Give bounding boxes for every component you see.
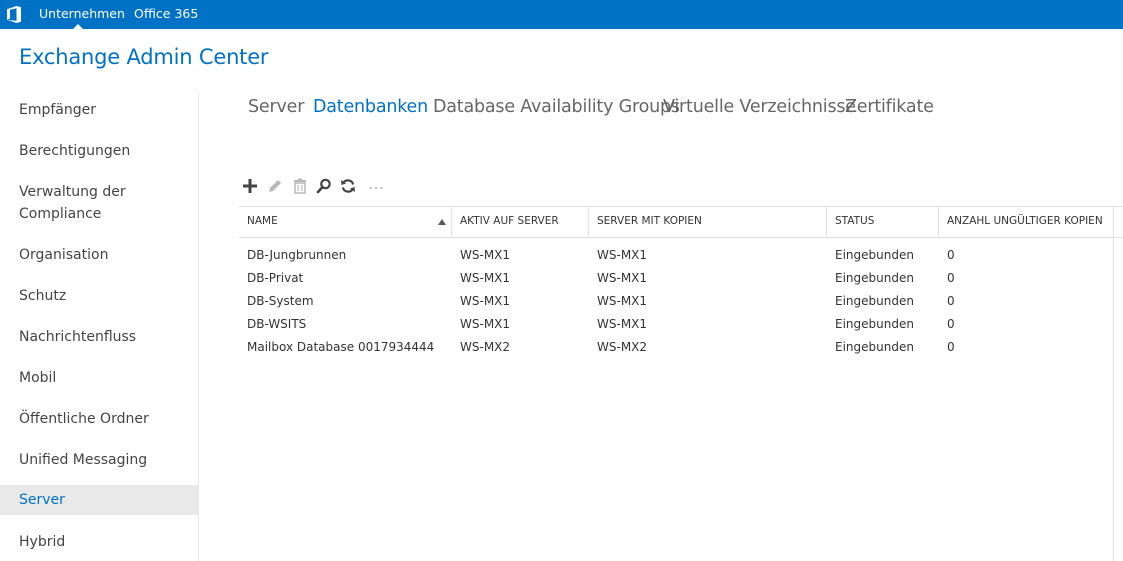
table-row[interactable]: DB-System WS-MX1 WS-MX1 Eingebunden 0 <box>239 290 1113 313</box>
delete-button[interactable] <box>291 177 309 195</box>
sidebar-item-label: Mobil <box>19 370 57 386</box>
column-header-status[interactable]: STATUS <box>835 215 874 227</box>
active-caret-icon <box>73 24 83 29</box>
cell-server-mit-kopien: WS-MX1 <box>597 271 648 285</box>
app-title: Exchange Admin Center <box>19 45 269 69</box>
add-button[interactable] <box>241 177 259 195</box>
sidebar-item-label: Empfänger <box>19 102 97 118</box>
search-icon <box>316 178 331 194</box>
sidebar-item-unified-messaging[interactable]: Unified Messaging <box>0 449 198 471</box>
sidebar-item-oeffentliche-ordner[interactable]: Öffentliche Ordner <box>0 408 198 430</box>
cell-status: Eingebunden <box>835 248 914 262</box>
column-header-server-mit-kopien[interactable]: SERVER MIT KOPIEN <box>597 215 702 227</box>
add-icon <box>243 179 257 193</box>
cell-server-mit-kopien: WS-MX1 <box>597 317 648 331</box>
sidebar-item-label: Nachrichtenfluss <box>19 329 137 345</box>
sidebar-item-berechtigungen[interactable]: Berechtigungen <box>0 140 198 162</box>
office-logo-icon[interactable] <box>7 6 21 23</box>
cell-aktiv-auf-server: WS-MX1 <box>460 248 511 262</box>
cell-ungueltige-kopien: 0 <box>947 317 955 331</box>
cell-ungueltige-kopien: 0 <box>947 294 955 308</box>
sidebar-item-label: Unified Messaging <box>19 452 148 468</box>
cell-name: DB-Privat <box>247 271 304 285</box>
cell-ungueltige-kopien: 0 <box>947 340 955 354</box>
table-row[interactable]: DB-Jungbrunnen WS-MX1 WS-MX1 Eingebunden… <box>239 244 1113 267</box>
sidebar-item-compliance[interactable]: Verwaltung der Compliance <box>0 181 198 225</box>
sort-ascending-icon <box>438 219 446 225</box>
sidebar-item-server[interactable]: Server <box>0 485 198 515</box>
column-separator[interactable] <box>826 207 827 237</box>
sidebar-item-organisation[interactable]: Organisation <box>0 244 198 266</box>
refresh-button[interactable] <box>339 177 357 195</box>
sidebar-item-label: Öffentliche Ordner <box>19 411 149 427</box>
table-row[interactable]: DB-Privat WS-MX1 WS-MX1 Eingebunden 0 <box>239 267 1113 290</box>
column-header-name[interactable]: NAME <box>247 215 278 227</box>
suite-header: Unternehmen Office 365 <box>0 0 1123 29</box>
sidebar-item-label: Organisation <box>19 247 109 263</box>
cell-server-mit-kopien: WS-MX1 <box>597 294 648 308</box>
sidebar-item-mobil[interactable]: Mobil <box>0 367 198 389</box>
refresh-icon <box>341 179 355 193</box>
more-icon <box>369 186 383 190</box>
tab-datenbanken[interactable]: Datenbanken <box>313 97 428 117</box>
cell-name: DB-System <box>247 294 314 308</box>
edit-icon <box>269 180 281 192</box>
tab-virtuelle-verzeichnisse[interactable]: Virtuelle Verzeichnisse <box>663 97 856 117</box>
cell-server-mit-kopien: WS-MX1 <box>597 248 648 262</box>
edit-button[interactable] <box>266 177 284 195</box>
cell-ungueltige-kopien: 0 <box>947 271 955 285</box>
table-row[interactable]: DB-WSITS WS-MX1 WS-MX1 Eingebunden 0 <box>239 313 1113 336</box>
grid-header-top-border <box>239 206 1123 207</box>
more-button[interactable] <box>367 177 385 195</box>
cell-name: Mailbox Database 0017934444 <box>247 340 435 354</box>
column-separator[interactable] <box>451 207 452 237</box>
cell-aktiv-auf-server: WS-MX2 <box>460 340 511 354</box>
grid-right-border <box>1113 207 1114 561</box>
cell-name: DB-WSITS <box>247 317 307 331</box>
cell-status: Eingebunden <box>835 271 914 285</box>
sidebar-item-schutz[interactable]: Schutz <box>0 285 198 307</box>
sidebar-item-hybrid[interactable]: Hybrid <box>0 531 198 553</box>
tab-zertifikate[interactable]: Zertifikate <box>845 97 934 117</box>
delete-icon <box>294 178 306 194</box>
sidebar-item-empfaenger[interactable]: Empfänger <box>0 99 198 121</box>
cell-status: Eingebunden <box>835 317 914 331</box>
cell-status: Eingebunden <box>835 340 914 354</box>
topbar-link-office365[interactable]: Office 365 <box>134 6 198 22</box>
cell-name: DB-Jungbrunnen <box>247 248 347 262</box>
cell-aktiv-auf-server: WS-MX1 <box>460 294 511 308</box>
column-header-aktiv-auf-server[interactable]: AKTIV AUF SERVER <box>460 215 559 227</box>
cell-server-mit-kopien: WS-MX2 <box>597 340 648 354</box>
sidebar-item-label: Berechtigungen <box>19 143 131 159</box>
column-separator[interactable] <box>938 207 939 237</box>
sidebar-divider <box>198 94 199 561</box>
grid-header-bottom-border <box>239 237 1123 238</box>
search-button[interactable] <box>315 177 333 195</box>
sidebar-item-label: Verwaltung der Compliance <box>19 184 126 222</box>
topbar-link-unternehmen[interactable]: Unternehmen <box>39 6 125 22</box>
sidebar-item-label: Schutz <box>19 288 67 304</box>
cell-ungueltige-kopien: 0 <box>947 248 955 262</box>
cell-status: Eingebunden <box>835 294 914 308</box>
cell-aktiv-auf-server: WS-MX1 <box>460 271 511 285</box>
column-separator[interactable] <box>588 207 589 237</box>
cell-aktiv-auf-server: WS-MX1 <box>460 317 511 331</box>
tab-server[interactable]: Server <box>248 97 304 117</box>
column-header-anzahl-ungueltiger-kopien[interactable]: ANZAHL UNGÜLTIGER KOPIEN <box>947 215 1103 227</box>
sidebar-item-nachrichtenfluss[interactable]: Nachrichtenfluss <box>0 326 198 348</box>
table-row[interactable]: Mailbox Database 0017934444 WS-MX2 WS-MX… <box>239 336 1113 359</box>
sidebar-item-label: Hybrid <box>19 534 66 550</box>
sidebar-item-label: Server <box>19 492 65 508</box>
tab-database-availability-groups[interactable]: Database Availability Groups <box>433 97 680 117</box>
